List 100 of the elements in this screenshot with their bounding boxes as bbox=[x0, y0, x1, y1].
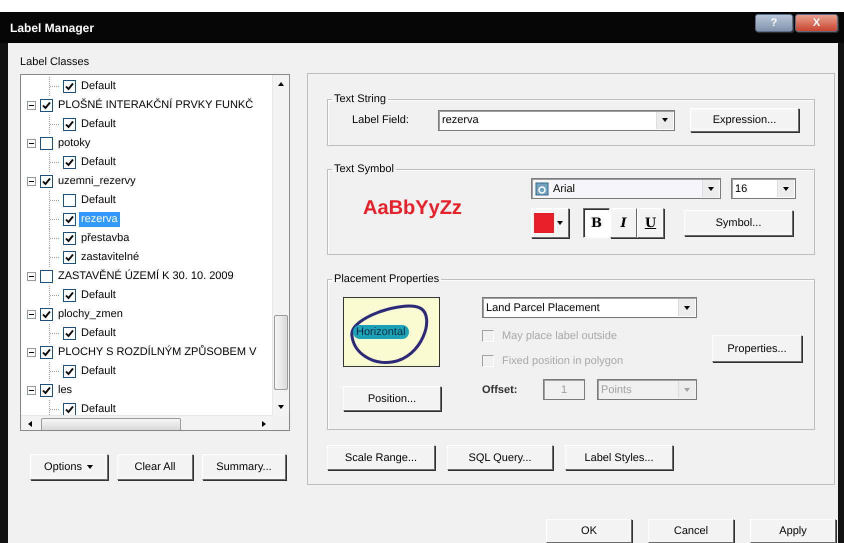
collapse-icon[interactable] bbox=[27, 272, 36, 281]
tree-item[interactable]: Default bbox=[79, 79, 118, 94]
tree-line bbox=[49, 115, 59, 134]
tree-line bbox=[49, 77, 59, 96]
label-field-dropdown[interactable]: rezerva bbox=[438, 110, 675, 130]
tree-line bbox=[49, 229, 59, 248]
arrow-icon bbox=[26, 420, 34, 428]
tree-item[interactable]: Default bbox=[79, 193, 118, 208]
scrollbar-thumb[interactable] bbox=[41, 418, 181, 430]
symbol-button[interactable]: Symbol... bbox=[684, 210, 793, 236]
checkbox[interactable] bbox=[63, 118, 76, 131]
dialog-button[interactable]: Apply bbox=[750, 519, 836, 543]
options-button[interactable]: Options bbox=[30, 454, 108, 480]
checkbox[interactable] bbox=[63, 194, 76, 207]
push-button[interactable]: Clear All bbox=[117, 454, 193, 480]
arrow-icon bbox=[782, 184, 790, 192]
tree-line bbox=[49, 210, 59, 229]
dialog-button[interactable]: OK bbox=[546, 519, 632, 543]
placement-dropdown[interactable]: Land Parcel Placement bbox=[482, 297, 697, 318]
tree-item[interactable]: potoky bbox=[56, 136, 92, 151]
checkbox[interactable] bbox=[40, 346, 53, 359]
scrollbar-thumb[interactable] bbox=[274, 315, 288, 390]
action-button[interactable]: Scale Range... bbox=[327, 445, 435, 470]
tree-item[interactable]: plochy_zmen bbox=[56, 307, 125, 322]
tree-line bbox=[49, 248, 59, 267]
push-button[interactable]: Summary... bbox=[202, 454, 286, 480]
sample-label: Horizontal bbox=[353, 325, 409, 339]
group-title: Text Symbol bbox=[333, 163, 395, 175]
tree-item[interactable]: ZASTAVĚNÉ ÚZEMÍ K 30. 10. 2009 bbox=[56, 269, 236, 284]
text-preview: AaBbYyZz bbox=[363, 197, 463, 220]
checkbox[interactable] bbox=[63, 289, 76, 302]
action-button[interactable]: SQL Query... bbox=[447, 445, 553, 470]
tree-item[interactable]: PLOCHY S ROZDÍLNÝM ZPŮSOBEM V bbox=[56, 345, 258, 360]
collapse-icon[interactable] bbox=[27, 310, 36, 319]
tree-item[interactable]: uzemni_rezervy bbox=[56, 174, 138, 189]
size-dropdown[interactable]: 16 bbox=[731, 178, 796, 199]
collapse-icon[interactable] bbox=[27, 348, 36, 357]
arrow-icon bbox=[707, 184, 715, 192]
group-title: Placement Properties bbox=[333, 273, 440, 285]
tree-item[interactable]: Default bbox=[79, 288, 118, 303]
checkbox[interactable] bbox=[40, 384, 53, 397]
tree-item[interactable]: přestavba bbox=[79, 231, 132, 246]
arrow-icon bbox=[661, 116, 669, 124]
tree-item[interactable]: zastavitelné bbox=[79, 250, 142, 265]
checkbox[interactable] bbox=[40, 175, 53, 188]
arrow-icon bbox=[277, 402, 285, 410]
properties-button[interactable]: Properties... bbox=[712, 335, 802, 362]
checkbox[interactable] bbox=[63, 403, 76, 415]
checkbox[interactable] bbox=[40, 137, 53, 150]
arrow-icon bbox=[86, 463, 94, 471]
checkbox[interactable] bbox=[63, 80, 76, 93]
checkbox[interactable] bbox=[63, 156, 76, 169]
font-icon bbox=[535, 182, 549, 196]
checkbox[interactable] bbox=[63, 232, 76, 245]
tree-line bbox=[49, 324, 59, 343]
checkbox-label: May place label outside bbox=[502, 330, 617, 342]
checkbox[interactable] bbox=[63, 213, 76, 226]
section-label: Label Classes bbox=[20, 56, 90, 68]
color-button[interactable] bbox=[531, 208, 569, 238]
group-title: Text String bbox=[333, 93, 387, 105]
tree-item[interactable]: Default bbox=[79, 326, 118, 341]
arrow-icon bbox=[277, 80, 285, 88]
tree-item[interactable]: PLOŠNÉ INTERAKČNÍ PRVKY FUNKČ bbox=[56, 98, 256, 113]
checkbox[interactable] bbox=[40, 308, 53, 321]
bold-button[interactable]: B bbox=[583, 208, 610, 238]
vertical-scrollbar[interactable] bbox=[272, 75, 289, 415]
arrow-icon bbox=[683, 304, 691, 312]
arrow-icon bbox=[556, 219, 564, 227]
tree-item[interactable]: Default bbox=[79, 364, 118, 379]
checkbox[interactable] bbox=[40, 270, 53, 283]
position-button[interactable]: Position... bbox=[343, 386, 441, 411]
tree-line bbox=[49, 153, 59, 172]
dialog-button[interactable]: Cancel bbox=[648, 519, 734, 543]
italic-button[interactable]: I bbox=[610, 208, 637, 238]
tree-line bbox=[49, 286, 59, 305]
collapse-icon[interactable] bbox=[27, 101, 36, 110]
tree-line bbox=[49, 191, 59, 210]
collapse-icon[interactable] bbox=[27, 177, 36, 186]
tree-item[interactable]: Default bbox=[79, 117, 118, 132]
arrow-icon bbox=[683, 386, 691, 394]
window-title: Label Manager bbox=[10, 20, 94, 34]
checkbox[interactable] bbox=[63, 327, 76, 340]
tree-line bbox=[49, 362, 59, 381]
underline-button[interactable]: U bbox=[637, 208, 664, 238]
checkbox[interactable] bbox=[63, 251, 76, 264]
checkbox[interactable] bbox=[63, 365, 76, 378]
horizontal-scrollbar[interactable] bbox=[21, 415, 272, 430]
expression-button[interactable]: Expression... bbox=[690, 108, 799, 132]
tree-item[interactable]: les bbox=[56, 383, 74, 398]
offset-label: Offset: bbox=[482, 384, 518, 396]
font-dropdown[interactable]: Arial bbox=[531, 178, 721, 199]
action-button[interactable]: Label Styles... bbox=[565, 445, 673, 470]
field-label: Label Field: bbox=[352, 114, 410, 126]
checkbox[interactable] bbox=[40, 99, 53, 112]
tree-item[interactable]: Default bbox=[79, 155, 118, 170]
checkbox-label: Fixed position in polygon bbox=[502, 354, 624, 366]
tree-item[interactable]: Default bbox=[79, 402, 118, 415]
arrow-icon bbox=[260, 420, 268, 428]
collapse-icon[interactable] bbox=[27, 139, 36, 148]
collapse-icon[interactable] bbox=[27, 386, 36, 395]
